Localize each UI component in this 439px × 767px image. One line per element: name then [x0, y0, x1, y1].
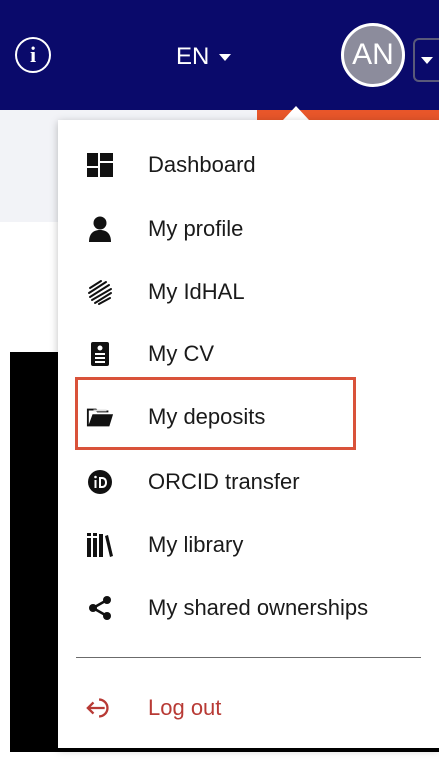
- menu-item-orcid-transfer[interactable]: ORCID transfer: [58, 452, 439, 512]
- chevron-down-icon: [421, 56, 433, 64]
- user-menu-toggle[interactable]: [413, 38, 439, 82]
- logout-icon: [86, 694, 114, 722]
- menu-item-label: Log out: [148, 695, 222, 720]
- top-navbar: i EN AN: [0, 0, 439, 110]
- avatar[interactable]: AN: [341, 23, 405, 87]
- share-icon: [86, 594, 114, 622]
- menu-item-label: My shared ownerships: [148, 595, 369, 620]
- menu-item-log-out[interactable]: Log out: [58, 678, 439, 738]
- menu-item-label: My library: [148, 532, 244, 557]
- menu-item-label: My IdHAL: [148, 279, 245, 304]
- orcid-icon: [86, 468, 114, 496]
- menu-item-label: ORCID transfer: [148, 469, 300, 494]
- menu-divider: [76, 657, 421, 658]
- user-icon: [86, 215, 114, 243]
- menu-item-my-cv[interactable]: My CV: [58, 324, 439, 384]
- menu-item-dashboard[interactable]: Dashboard: [58, 135, 439, 195]
- cv-icon: [86, 340, 114, 368]
- menu-item-label: My profile: [148, 216, 244, 241]
- chevron-down-icon: [219, 53, 232, 61]
- menu-pointer: [283, 106, 309, 120]
- language-selector[interactable]: EN: [176, 43, 232, 70]
- language-label: EN: [176, 43, 210, 70]
- menu-item-my-shared-ownerships[interactable]: My shared ownerships: [58, 578, 439, 638]
- menu-item-my-profile[interactable]: My profile: [58, 199, 439, 259]
- menu-item-my-library[interactable]: My library: [58, 515, 439, 575]
- fingerprint-icon: [86, 278, 114, 306]
- avatar-initials: AN: [352, 38, 394, 71]
- highlight-box: [75, 377, 356, 450]
- menu-item-label: My CV: [148, 341, 214, 366]
- library-icon: [86, 531, 114, 559]
- info-button[interactable]: i: [15, 37, 51, 73]
- menu-item-my-idhal[interactable]: My IdHAL: [58, 262, 439, 322]
- menu-item-label: Dashboard: [148, 152, 256, 177]
- info-icon: i: [29, 42, 37, 67]
- dashboard-icon: [86, 151, 114, 179]
